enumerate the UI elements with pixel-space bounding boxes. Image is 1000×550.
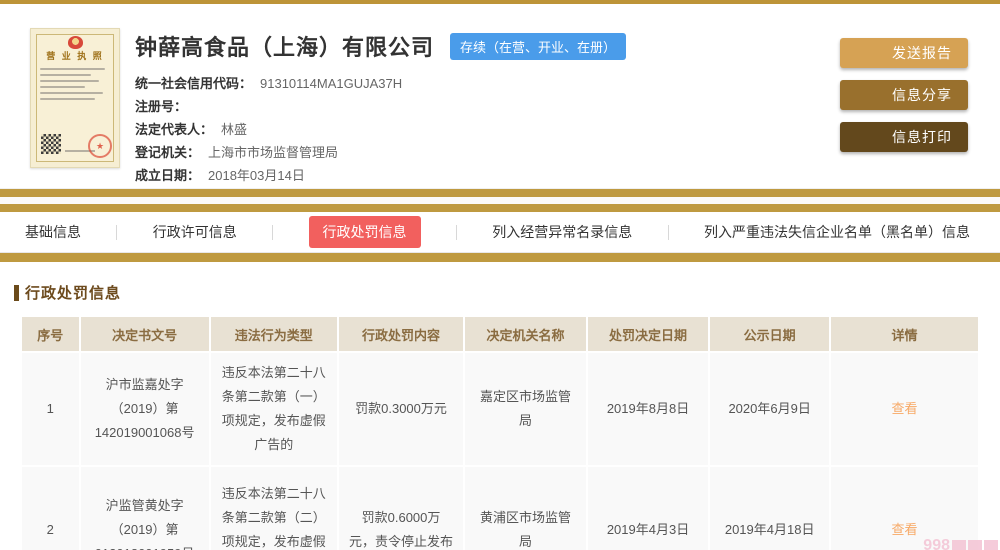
- col-header-violation: 违法行为类型: [210, 317, 337, 351]
- license-title: 营 业 执 照: [46, 51, 104, 61]
- cell-penalty: 罚款0.6000万元，责令停止发布: [338, 467, 464, 550]
- cell-doc-no: 沪市监嘉处字（2019）第142019001068号: [80, 353, 209, 465]
- col-header-seq: 序号: [22, 317, 79, 351]
- cell-violation: 违反本法第二十八条第二款第（二）项规定，发布虚假广告的: [210, 467, 337, 550]
- section-tabbar: 基础信息 行政许可信息 行政处罚信息 列入经营异常名录信息 列入严重违法失信企业…: [0, 212, 1000, 253]
- header-action-buttons: 发送报告 信息分享 信息打印: [840, 38, 968, 164]
- cell-publish-date: 2020年6月9日: [710, 353, 829, 465]
- watermark-blocks: [984, 539, 998, 550]
- watermark-text: 998: [923, 537, 950, 550]
- table-row: 1 沪市监嘉处字（2019）第142019001068号 违反本法第二十八条第二…: [22, 353, 978, 465]
- gold-divider-bar: [0, 204, 1000, 212]
- penalty-content: 行政处罚信息 序号 决定书文号 违法行为类型 行政处罚内容 决定机关名称 处罚决…: [0, 262, 1000, 550]
- tab-separator: [272, 224, 274, 240]
- gold-divider-bar: [0, 189, 1000, 197]
- red-seal-icon: ★: [88, 134, 112, 158]
- cell-decision-date: 2019年8月8日: [587, 353, 709, 465]
- field-value: 林盛: [221, 122, 248, 137]
- cell-authority: 黄浦区市场监管局: [465, 467, 586, 550]
- field-label: 成立日期：: [135, 168, 201, 183]
- field-label: 法定代表人：: [135, 122, 214, 137]
- col-header-authority: 决定机关名称: [465, 317, 586, 351]
- license-text-line: [40, 92, 103, 94]
- info-print-button[interactable]: 信息打印: [840, 122, 968, 152]
- cell-authority: 嘉定区市场监管局: [465, 353, 586, 465]
- view-detail-link[interactable]: 查看: [891, 522, 917, 537]
- company-header: 营 业 执 照 ★ 钟薛高食品（上海）有限公司 存续（在营、开业、在册） 统一社…: [0, 4, 1000, 189]
- tab-separator: [116, 224, 118, 240]
- cell-detail: 查看: [831, 353, 978, 465]
- field-establish-date: 成立日期： 2018年03月14日: [135, 164, 626, 187]
- tab-basic-info[interactable]: 基础信息: [25, 222, 81, 242]
- section-title: 行政处罚信息: [25, 285, 122, 302]
- national-emblem-icon: [67, 36, 83, 49]
- field-label: 注册号：: [135, 99, 188, 114]
- gold-divider-gap: [0, 197, 1000, 204]
- send-report-button[interactable]: 发送报告: [840, 38, 968, 68]
- cell-seq: 1: [22, 353, 79, 465]
- license-text-line: [40, 74, 91, 76]
- gold-divider-bar: [0, 253, 1000, 262]
- field-value: 上海市市场监督管理局: [208, 145, 339, 160]
- field-reg-authority: 登记机关： 上海市市场监督管理局: [135, 141, 626, 164]
- tab-abnormal-operations[interactable]: 列入经营异常名录信息: [492, 222, 632, 242]
- tab-separator: [667, 224, 669, 240]
- company-info-block: 钟薛高食品（上海）有限公司 存续（在营、开业、在册） 统一社会信用代码： 9131…: [135, 30, 627, 187]
- info-share-button[interactable]: 信息分享: [840, 80, 968, 110]
- col-header-decision-date: 处罚决定日期: [587, 317, 709, 351]
- license-text-line: [40, 98, 95, 100]
- tab-admin-penalty[interactable]: 行政处罚信息: [308, 216, 421, 248]
- col-header-publish-date: 公示日期: [710, 317, 829, 351]
- field-credit-code: 统一社会信用代码： 91310114MA1GUJA37H: [135, 72, 626, 95]
- field-value: 2018年03月14日: [208, 168, 305, 183]
- cell-doc-no: 沪监管黄处字（2019）第012018001959号: [80, 467, 209, 550]
- penalty-table: 序号 决定书文号 违法行为类型 行政处罚内容 决定机关名称 处罚决定日期 公示日…: [20, 315, 980, 550]
- cell-violation: 违反本法第二十八条第二款第（一）项规定，发布虚假广告的: [210, 353, 337, 465]
- license-text-line: [40, 68, 105, 70]
- license-qr-code: [41, 134, 61, 154]
- table-row: 2 沪监管黄处字（2019）第012018001959号 违反本法第二十八条第二…: [22, 467, 978, 550]
- site-watermark: 998: [923, 537, 998, 550]
- table-header-row: 序号 决定书文号 违法行为类型 行政处罚内容 决定机关名称 处罚决定日期 公示日…: [22, 317, 978, 351]
- field-label: 登记机关：: [135, 145, 201, 160]
- view-detail-link[interactable]: 查看: [891, 401, 917, 416]
- tab-admin-license[interactable]: 行政许可信息: [153, 222, 237, 242]
- field-legal-rep: 法定代表人： 林盛: [135, 118, 626, 141]
- cell-publish-date: 2019年4月18日: [710, 467, 829, 550]
- col-header-doc-no: 决定书文号: [80, 317, 209, 351]
- field-value: 91310114MA1GUJA37H: [260, 76, 403, 91]
- status-badge: 存续（在营、开业、在册）: [450, 32, 627, 60]
- cell-penalty: 罚款0.3000万元: [338, 353, 464, 465]
- col-header-detail: 详情: [831, 317, 978, 351]
- company-name: 钟薛高食品（上海）有限公司: [135, 35, 435, 60]
- tab-separator: [455, 224, 457, 240]
- cell-decision-date: 2019年4月3日: [587, 467, 709, 550]
- license-text-line: [40, 86, 85, 88]
- section-title-row: 行政处罚信息: [0, 262, 1000, 303]
- watermark-blocks: [952, 539, 966, 550]
- tab-serious-violation-blacklist[interactable]: 列入严重违法失信企业名单（黑名单）信息: [704, 222, 970, 242]
- field-label: 统一社会信用代码：: [135, 76, 253, 91]
- section-title-marker: [14, 284, 19, 301]
- watermark-blocks: [968, 539, 982, 550]
- business-license-thumbnail[interactable]: 营 业 执 照 ★: [30, 28, 120, 168]
- col-header-penalty: 行政处罚内容: [338, 317, 464, 351]
- cell-seq: 2: [22, 467, 79, 550]
- company-credit-page: 营 业 执 照 ★ 钟薛高食品（上海）有限公司 存续（在营、开业、在册） 统一社…: [0, 0, 1000, 550]
- license-text-line: [40, 80, 99, 82]
- field-reg-number: 注册号：: [135, 95, 626, 118]
